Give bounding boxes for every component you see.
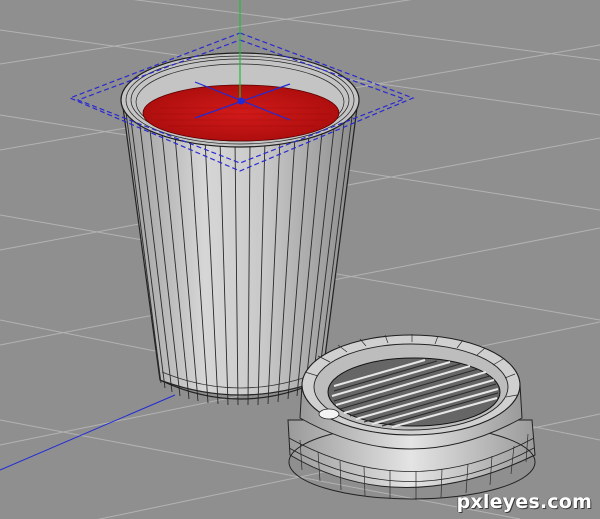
lid-sip-hole xyxy=(318,408,340,420)
liquid-surface xyxy=(142,84,340,142)
3d-viewport[interactable]: pxleyes.com xyxy=(0,0,600,519)
viewport-scene[interactable] xyxy=(0,0,600,519)
pivot-point-icon[interactable] xyxy=(237,97,245,105)
watermark-text: pxleyes.com xyxy=(456,491,592,513)
